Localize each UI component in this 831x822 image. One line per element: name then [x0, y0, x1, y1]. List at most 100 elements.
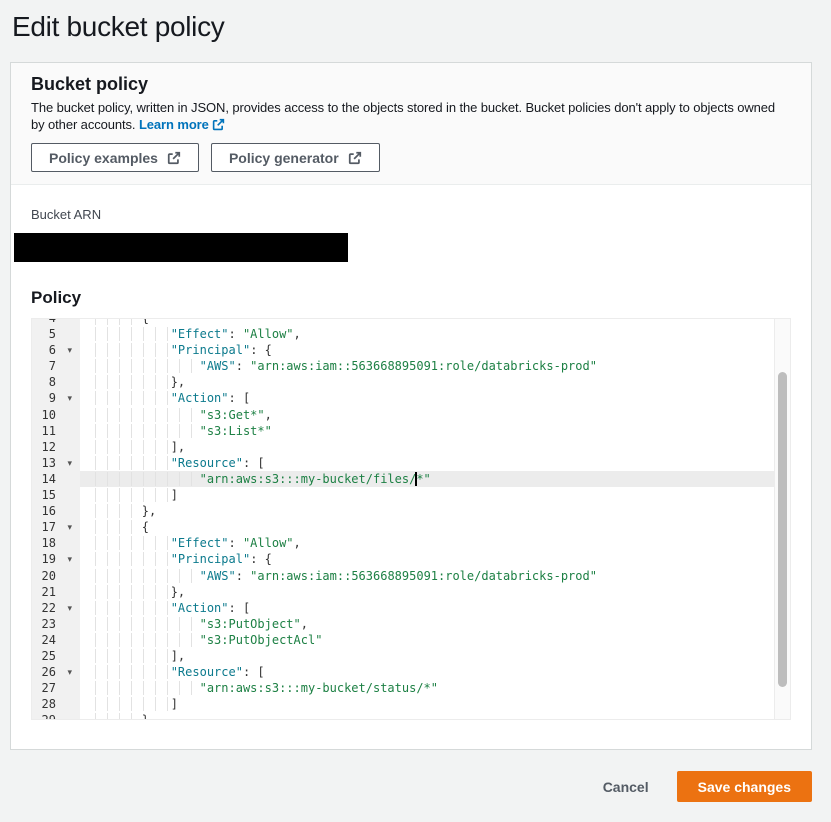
- line-number[interactable]: 27: [32, 680, 80, 696]
- code-line-text: "s3:Get*",: [80, 407, 790, 423]
- editor-line[interactable]: 11 "s3:List*": [32, 423, 790, 439]
- editor-content: 4 {5 "Effect": "Allow",6▾ "Principal": {…: [32, 318, 790, 720]
- fold-arrow-icon[interactable]: ▾: [67, 455, 72, 471]
- editor-line[interactable]: 8 },: [32, 374, 790, 390]
- code-line-text: "AWS": "arn:aws:iam::563668895091:role/d…: [80, 568, 790, 584]
- form-actions: Cancel Save changes: [0, 771, 812, 802]
- line-number[interactable]: 13▾: [32, 455, 80, 471]
- line-number[interactable]: 12: [32, 439, 80, 455]
- line-number[interactable]: 22▾: [32, 600, 80, 616]
- fold-arrow-icon[interactable]: ▾: [67, 664, 72, 680]
- editor-line[interactable]: 13▾ "Resource": [: [32, 455, 790, 471]
- fold-arrow-icon[interactable]: ▾: [67, 600, 72, 616]
- fold-arrow-icon[interactable]: ▾: [67, 390, 72, 406]
- editor-line[interactable]: 25 ],: [32, 648, 790, 664]
- fold-arrow-icon[interactable]: ▾: [67, 551, 72, 567]
- code-line-text: "Principal": {: [80, 342, 790, 358]
- panel-description: The bucket policy, written in JSON, prov…: [31, 100, 791, 133]
- editor-line[interactable]: 17▾ {: [32, 519, 790, 535]
- code-line-text: "Resource": [: [80, 455, 790, 471]
- editor-line[interactable]: 12 ],: [32, 439, 790, 455]
- fold-arrow-icon[interactable]: ▾: [67, 519, 72, 535]
- external-link-icon: [167, 151, 181, 165]
- editor-line[interactable]: 19▾ "Principal": {: [32, 551, 790, 567]
- line-number[interactable]: 18: [32, 535, 80, 551]
- code-line-text: "Action": [: [80, 600, 790, 616]
- line-number[interactable]: 19▾: [32, 551, 80, 567]
- editor-scrollbar-thumb[interactable]: [778, 372, 787, 687]
- bucket-policy-panel: Bucket policy The bucket policy, written…: [10, 62, 812, 750]
- editor-line[interactable]: 21 },: [32, 584, 790, 600]
- editor-line[interactable]: 15 ]: [32, 487, 790, 503]
- code-line-text: },: [80, 503, 790, 519]
- editor-line[interactable]: 10 "s3:Get*",: [32, 407, 790, 423]
- line-number[interactable]: 20: [32, 568, 80, 584]
- code-line-text: "Effect": "Allow",: [80, 326, 790, 342]
- editor-line[interactable]: 6▾ "Principal": {: [32, 342, 790, 358]
- policy-examples-button[interactable]: Policy examples: [31, 143, 199, 172]
- line-number[interactable]: 11: [32, 423, 80, 439]
- editor-line[interactable]: 9▾ "Action": [: [32, 390, 790, 406]
- line-number[interactable]: 21: [32, 584, 80, 600]
- line-number[interactable]: 5: [32, 326, 80, 342]
- editor-line[interactable]: 26▾ "Resource": [: [32, 664, 790, 680]
- editor-line[interactable]: 14 "arn:aws:s3:::my-bucket/files/*": [32, 471, 790, 487]
- page-title: Edit bucket policy: [0, 0, 831, 44]
- line-number[interactable]: 24: [32, 632, 80, 648]
- code-line-text: ],: [80, 648, 790, 664]
- line-number[interactable]: 25: [32, 648, 80, 664]
- line-number[interactable]: 6▾: [32, 342, 80, 358]
- editor-line[interactable]: 29 },: [32, 712, 790, 720]
- editor-line[interactable]: 22▾ "Action": [: [32, 600, 790, 616]
- editor-line[interactable]: 4 {: [32, 318, 790, 326]
- code-line-text: ]: [80, 487, 790, 503]
- editor-line[interactable]: 20 "AWS": "arn:aws:iam::563668895091:rol…: [32, 568, 790, 584]
- line-number[interactable]: 7: [32, 358, 80, 374]
- line-number[interactable]: 26▾: [32, 664, 80, 680]
- code-line-text: "s3:List*": [80, 423, 790, 439]
- code-line-text: "Effect": "Allow",: [80, 535, 790, 551]
- editor-line[interactable]: 16 },: [32, 503, 790, 519]
- editor-line[interactable]: 28 ]: [32, 696, 790, 712]
- code-line-text: ]: [80, 696, 790, 712]
- editor-line[interactable]: 23 "s3:PutObject",: [32, 616, 790, 632]
- policy-generator-button[interactable]: Policy generator: [211, 143, 380, 172]
- editor-line[interactable]: 24 "s3:PutObjectAcl": [32, 632, 790, 648]
- code-line-text: "arn:aws:s3:::my-bucket/files/*": [80, 471, 790, 487]
- code-line-text: },: [80, 374, 790, 390]
- editor-scrollbar-track[interactable]: [774, 319, 790, 719]
- line-number[interactable]: 23: [32, 616, 80, 632]
- code-line-text: },: [80, 584, 790, 600]
- cancel-button[interactable]: Cancel: [601, 773, 651, 801]
- line-number[interactable]: 17▾: [32, 519, 80, 535]
- external-link-icon: [348, 151, 362, 165]
- editor-line[interactable]: 27 "arn:aws:s3:::my-bucket/status/*": [32, 680, 790, 696]
- line-number[interactable]: 29: [32, 712, 80, 720]
- line-number[interactable]: 14: [32, 471, 80, 487]
- save-changes-button[interactable]: Save changes: [677, 771, 812, 802]
- panel-title: Bucket policy: [31, 74, 791, 95]
- line-number[interactable]: 15: [32, 487, 80, 503]
- line-number[interactable]: 4: [32, 318, 80, 326]
- code-line-text: "s3:PutObject",: [80, 616, 790, 632]
- external-link-icon: [212, 118, 225, 131]
- panel-header-buttons: Policy examples Policy generator: [31, 143, 791, 172]
- policy-code-editor[interactable]: 4 {5 "Effect": "Allow",6▾ "Principal": {…: [31, 318, 791, 720]
- editor-line[interactable]: 7 "AWS": "arn:aws:iam::563668895091:role…: [32, 358, 790, 374]
- line-number[interactable]: 10: [32, 407, 80, 423]
- line-number[interactable]: 8: [32, 374, 80, 390]
- line-number[interactable]: 9▾: [32, 390, 80, 406]
- fold-arrow-icon[interactable]: ▾: [67, 342, 72, 358]
- text-cursor: [415, 472, 417, 486]
- learn-more-link[interactable]: Learn more: [139, 117, 225, 132]
- code-line-text: "s3:PutObjectAcl": [80, 632, 790, 648]
- editor-line[interactable]: 18 "Effect": "Allow",: [32, 535, 790, 551]
- code-line-text: {: [80, 519, 790, 535]
- code-line-text: "arn:aws:s3:::my-bucket/status/*": [80, 680, 790, 696]
- line-number[interactable]: 28: [32, 696, 80, 712]
- panel-header: Bucket policy The bucket policy, written…: [11, 63, 811, 185]
- code-line-text: "AWS": "arn:aws:iam::563668895091:role/d…: [80, 358, 790, 374]
- code-line-text: {: [80, 318, 790, 326]
- editor-line[interactable]: 5 "Effect": "Allow",: [32, 326, 790, 342]
- line-number[interactable]: 16: [32, 503, 80, 519]
